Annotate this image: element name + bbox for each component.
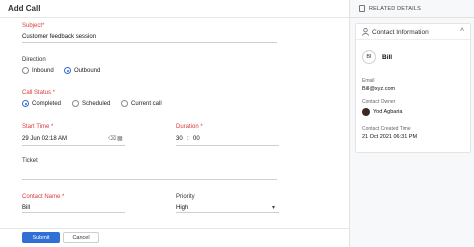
page-title: Add Call (8, 4, 41, 13)
contact-owner-label: Contact Owner (362, 99, 396, 105)
radio-circle-selected (22, 100, 29, 107)
contact-card-title: Contact Information (372, 29, 429, 36)
created-time-value: 21 Oct 2021 06:31 PM (362, 134, 418, 140)
created-time-label: Contact Created Time (362, 126, 411, 132)
chevron-up-icon[interactable]: ˄ (460, 27, 464, 34)
call-status-current-radio[interactable]: Current call (121, 100, 162, 107)
contact-card-header[interactable]: Contact Information ˄ (356, 24, 470, 40)
contact-avatar: BI (362, 50, 376, 64)
duration-seconds-input[interactable]: 00 (193, 136, 200, 142)
ticket-underline (22, 179, 277, 180)
cancel-button[interactable]: Cancel (63, 232, 99, 243)
submit-button[interactable]: Submit (22, 232, 60, 243)
email-value[interactable]: Bill@xyz.com (362, 86, 395, 92)
owner-avatar (362, 108, 370, 116)
contact-name-underline (22, 212, 125, 213)
ticket-label: Ticket (22, 158, 38, 164)
call-status-label: Call Status * (22, 90, 56, 96)
start-time-label: Start Time * (22, 124, 54, 130)
duration-label: Duration * (176, 124, 203, 130)
related-details-panel: RELATED DETAILS Contact Information ˄ BI… (349, 0, 474, 247)
direction-inbound-radio[interactable]: Inbound (22, 67, 54, 74)
contact-name[interactable]: Bill (382, 54, 392, 61)
ticket-input[interactable] (22, 170, 277, 178)
related-details-title: RELATED DETAILS (369, 6, 422, 12)
direction-outbound-radio[interactable]: Outbound (64, 67, 100, 74)
call-status-completed-radio[interactable]: Completed (22, 100, 61, 107)
duration-minutes-input[interactable]: 30 (176, 136, 183, 142)
email-label: Email (362, 78, 375, 84)
start-time-input[interactable]: 29 Jun 02:18 AM (22, 136, 67, 142)
add-call-form-panel: Add Call Subject* Customer feedback sess… (0, 0, 349, 247)
related-details-header: RELATED DETAILS (350, 0, 474, 18)
clear-icon[interactable]: ⌫ (108, 136, 116, 142)
radio-circle (72, 100, 79, 107)
form-header: Add Call (0, 0, 349, 18)
subject-input[interactable]: Customer feedback session (22, 34, 96, 40)
radio-circle (121, 100, 128, 107)
subject-label: Subject* (22, 23, 45, 29)
duration-separator: : (187, 136, 189, 142)
calendar-icon[interactable]: ▦ (117, 136, 123, 142)
contact-owner-value: Yod Agbaria (373, 109, 403, 115)
radio-circle (22, 67, 29, 74)
contact-name-label: Contact Name * (22, 194, 65, 200)
details-icon (359, 5, 365, 12)
contact-name-input[interactable]: Bill (22, 205, 30, 211)
duration-underline (176, 145, 279, 146)
priority-underline (176, 212, 279, 213)
priority-label: Priority (176, 194, 195, 200)
subject-underline (22, 42, 277, 43)
person-icon (362, 28, 369, 36)
call-status-scheduled-radio[interactable]: Scheduled (72, 100, 110, 107)
priority-select[interactable]: High (176, 205, 188, 211)
radio-circle-selected (64, 67, 71, 74)
start-time-underline (22, 145, 125, 146)
direction-label: Direction (22, 57, 46, 63)
chevron-down-icon[interactable]: ▾ (272, 205, 275, 211)
